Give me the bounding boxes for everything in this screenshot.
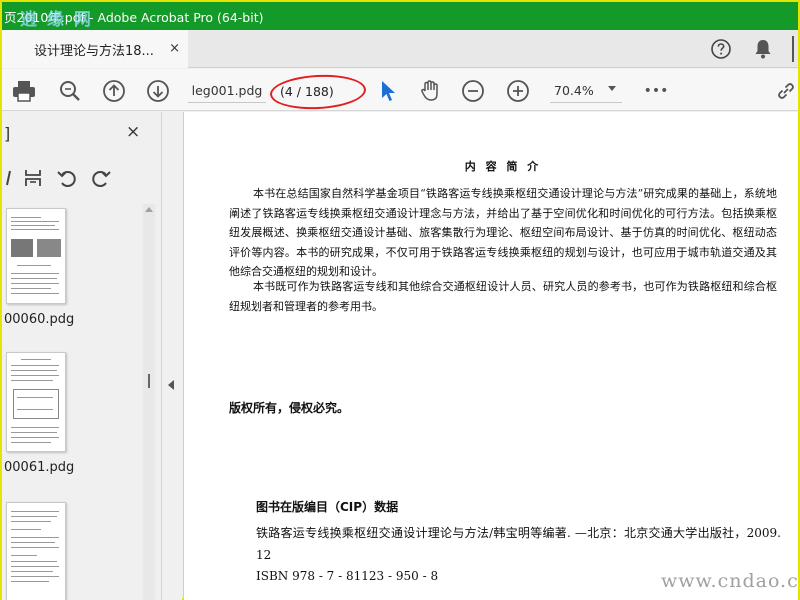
- page-thumbnail[interactable]: [6, 208, 66, 304]
- link-icon[interactable]: [772, 77, 800, 105]
- page-edge: [183, 112, 184, 600]
- document-tab[interactable]: 设计理论与方法18... ×: [2, 30, 188, 68]
- rotate-clockwise-icon[interactable]: [88, 165, 114, 191]
- zoom-search-icon[interactable]: [56, 77, 84, 105]
- collapse-panel-icon[interactable]: [168, 380, 174, 390]
- zoom-out-icon[interactable]: [459, 77, 487, 105]
- scroll-up-icon[interactable]: [145, 207, 153, 212]
- zoom-in-icon[interactable]: [504, 77, 532, 105]
- page-number-input[interactable]: leg001.pdg: [188, 79, 266, 103]
- panel-edge-bracket: ]: [4, 124, 11, 143]
- select-cursor-icon[interactable]: [374, 77, 402, 105]
- tab-close-icon[interactable]: ×: [169, 41, 180, 56]
- more-tools-icon[interactable]: •••: [642, 77, 670, 105]
- cip-title: 图书在版编目（CIP）数据: [256, 500, 399, 514]
- bell-icon[interactable]: [750, 36, 776, 62]
- page-thumbnails-panel: ] × 00060.pdg 00061.pdg: [2, 112, 162, 600]
- title-bar: 页2010年.pdf - Adobe Acrobat Pro (64-bit): [2, 2, 798, 30]
- document-tab-label: 设计理论与方法18...: [34, 43, 154, 59]
- main-toolbar: leg001.pdg (4 / 188) 70.4% •••: [2, 69, 800, 112]
- print-icon[interactable]: [10, 77, 38, 105]
- summary-paragraph: 本书既可作为铁路客运专线和其他综合交通枢纽设计人员、研究人员的参考书，也可作为铁…: [229, 280, 777, 313]
- help-icon[interactable]: [708, 36, 734, 62]
- page-thumbnail[interactable]: [6, 352, 66, 452]
- document-view[interactable]: 内 容 简 介 本书在总结国家自然科学基金项目“铁路客运专线换乘枢纽交通设计理论…: [183, 112, 798, 600]
- previous-page-icon[interactable]: [100, 77, 128, 105]
- window-edge-divider: [792, 36, 794, 62]
- page-options-icon[interactable]: [0, 165, 22, 191]
- summary-paragraph: 本书在总结国家自然科学基金项目“铁路客运专线换乘枢纽交通设计理论与方法”研究成果…: [229, 187, 777, 278]
- panel-splitter[interactable]: [148, 112, 182, 600]
- site-watermark-top: 逍 缘 网: [20, 10, 93, 30]
- chevron-down-icon: [608, 86, 616, 91]
- cip-line: 铁路客运专线换乘枢纽交通设计理论与方法/韩宝明等编著. —北京：北京交通大学出版…: [256, 526, 781, 562]
- zoom-level-select[interactable]: 70.4%: [550, 79, 622, 103]
- rotate-counterclockwise-icon[interactable]: [54, 165, 80, 191]
- thumbnail-scrollbar[interactable]: [142, 204, 156, 600]
- next-page-icon[interactable]: [144, 77, 172, 105]
- site-watermark-bottom: www.cndao.com: [661, 570, 798, 592]
- hand-tool-icon[interactable]: [416, 77, 444, 105]
- thumbnail-label: 00060.pdg: [4, 312, 75, 327]
- page-thumbnail[interactable]: [6, 502, 66, 600]
- copyright-notice: 版权所有，侵权必究。: [229, 401, 350, 415]
- panel-toolbar: [2, 162, 162, 192]
- summary-heading: 内 容 简 介: [464, 160, 542, 173]
- panel-close-icon[interactable]: ×: [126, 122, 140, 142]
- splitter-grip[interactable]: [148, 374, 150, 388]
- scrollbar-track[interactable]: [144, 204, 154, 600]
- thumbnail-list: 00060.pdg 00061.pdg: [2, 204, 152, 600]
- zoom-level-value: 70.4%: [554, 83, 594, 98]
- extract-pages-icon[interactable]: [20, 165, 46, 191]
- thumbnail-label: 00061.pdg: [4, 460, 75, 475]
- tab-strip: 设计理论与方法18... ×: [2, 30, 798, 68]
